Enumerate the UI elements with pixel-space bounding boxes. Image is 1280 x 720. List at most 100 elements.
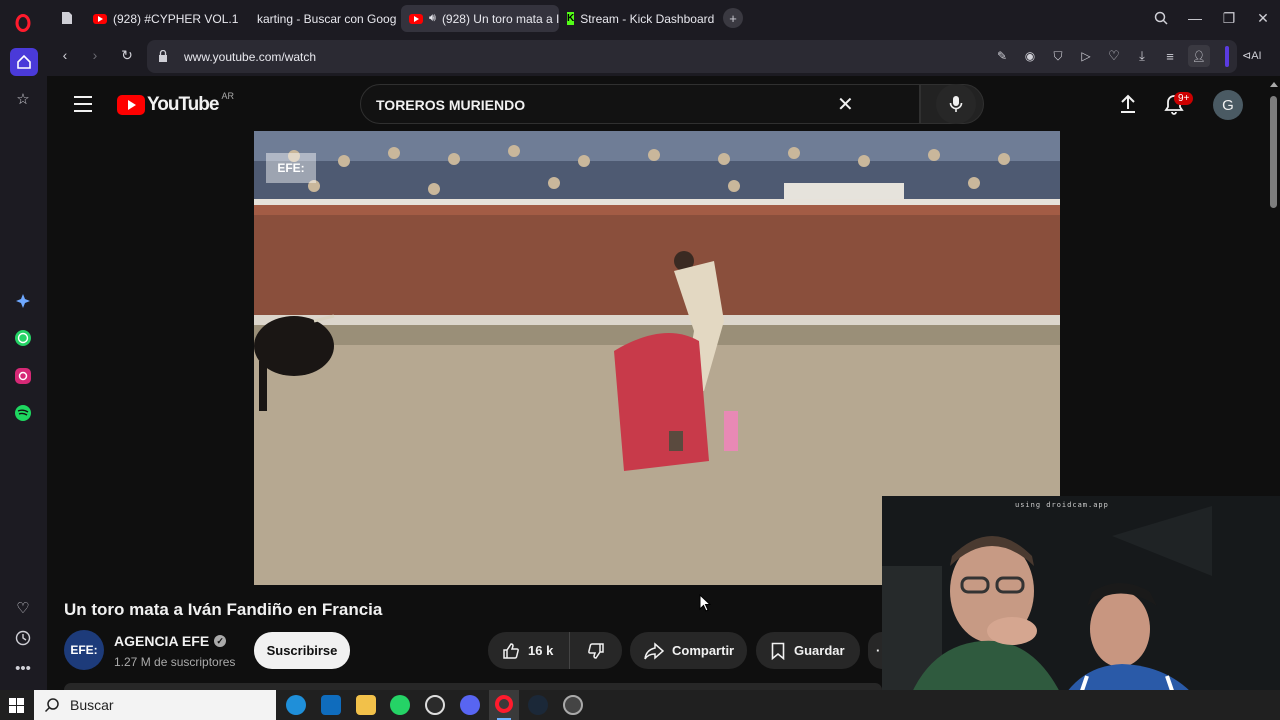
share-label: Compartir: [672, 643, 735, 658]
hamburger-menu-icon[interactable]: [74, 96, 92, 112]
youtube-logo[interactable]: YouTube AR: [117, 91, 234, 116]
history-clock-icon[interactable]: [11, 626, 35, 650]
opera-logo-icon[interactable]: [11, 11, 35, 35]
subscribe-button[interactable]: Suscribirse: [254, 632, 350, 669]
search-query-text: TOREROS MURIENDO: [376, 97, 526, 113]
outlook-icon[interactable]: [321, 695, 341, 715]
ai-label: AI: [1251, 50, 1262, 62]
more-actions-button[interactable]: ·: [868, 632, 882, 669]
like-button[interactable]: 16 k: [488, 632, 570, 669]
efe-watermark: EFE:: [266, 153, 316, 183]
profile-icon[interactable]: 👤︎: [1188, 45, 1210, 67]
avatar[interactable]: G: [1213, 90, 1243, 120]
reload-icon[interactable]: ↻: [117, 45, 137, 65]
send-icon[interactable]: ▷: [1076, 46, 1096, 66]
discord-icon[interactable]: [460, 695, 480, 715]
sidebar-indicator: [1225, 46, 1229, 67]
channel-avatar[interactable]: EFE:: [64, 630, 104, 670]
heart-icon[interactable]: ♡: [11, 596, 35, 620]
browser-sidebar: ☆ ♡ •••: [0, 0, 47, 690]
close-window-icon[interactable]: ✕: [1253, 8, 1273, 28]
edit-icon[interactable]: ✎: [992, 46, 1012, 66]
tab-karting[interactable]: karting - Buscar con Goog: [243, 5, 398, 32]
description-box-edge: [64, 683, 882, 690]
file-explorer-icon[interactable]: [356, 695, 376, 715]
bookmark-heart-icon[interactable]: ♡: [1104, 46, 1124, 66]
steam-icon[interactable]: [528, 695, 548, 715]
scrollbar-thumb[interactable]: [1270, 96, 1277, 208]
subscriber-count: 1.27 M de suscriptores: [114, 655, 236, 669]
url-field[interactable]: www.youtube.com/watch ✎ ◉ ⛉ ▷ ♡ ⤓ ≡ 👤︎: [147, 40, 1237, 73]
youtube-wordmark: YouTube: [147, 94, 219, 115]
bookmark-icon: [771, 642, 785, 660]
back-icon[interactable]: ‹: [55, 45, 75, 65]
channel-name[interactable]: AGENCIA EFE ✓: [114, 633, 227, 649]
share-button[interactable]: Compartir: [630, 632, 747, 669]
lock-icon[interactable]: [153, 46, 173, 66]
search-input[interactable]: TOREROS MURIENDO ✕: [360, 84, 920, 124]
tab-menu-icon[interactable]: [57, 8, 77, 28]
windows-start-icon[interactable]: [9, 698, 24, 713]
tab-title: (928) Un toro mata a I: [441, 11, 559, 26]
url-text: www.youtube.com/watch: [184, 50, 317, 64]
download-icon[interactable]: ⤓: [1132, 46, 1152, 66]
youtube-icon: [409, 13, 423, 24]
thumbs-down-icon: [588, 642, 604, 659]
dislike-button[interactable]: [570, 632, 622, 669]
search-icon: [44, 698, 59, 713]
like-count: 16 k: [528, 643, 554, 658]
whatsapp-taskbar-icon[interactable]: [390, 695, 410, 715]
youtube-play-icon: [117, 95, 145, 115]
region-code: AR: [221, 91, 234, 101]
tab-kick[interactable]: K Stream - Kick Dashboard: [559, 5, 719, 32]
taskbar-search-input[interactable]: Buscar: [34, 690, 276, 720]
whatsapp-icon[interactable]: [11, 326, 35, 350]
instagram-icon[interactable]: [11, 364, 35, 388]
minimize-icon[interactable]: —: [1185, 8, 1205, 28]
settings-gear-icon[interactable]: [563, 695, 583, 715]
thumbs-up-icon: [503, 642, 519, 659]
opera-taskbar-icon: [495, 695, 513, 713]
tab-title: Stream - Kick Dashboard: [580, 11, 715, 26]
upload-icon[interactable]: [1119, 94, 1137, 119]
home-icon[interactable]: [10, 48, 38, 76]
aria-ai-icon[interactable]: [11, 289, 35, 313]
edge-icon[interactable]: [286, 695, 306, 715]
watermark-text: EFE:: [277, 161, 305, 175]
snapshot-camera-icon[interactable]: ◉: [1020, 46, 1040, 66]
channel-avatar-text: EFE:: [70, 643, 98, 657]
obs-icon[interactable]: [425, 695, 445, 715]
address-bar: ‹ › ↻ www.youtube.com/watch ✎ ◉ ⛉ ▷ ♡ ⤓ …: [47, 37, 1280, 76]
adblock-shield-icon[interactable]: ⛉: [1048, 46, 1068, 66]
microphone-icon: [949, 96, 963, 112]
video-title: Un toro mata a Iván Fandiño en Francia: [64, 600, 383, 619]
verified-check-icon: ✓: [214, 635, 227, 647]
voice-search-button[interactable]: [936, 84, 976, 124]
youtube-icon: [93, 13, 107, 24]
forward-icon[interactable]: ›: [85, 45, 105, 65]
spotify-icon[interactable]: [11, 401, 35, 425]
save-button[interactable]: Guardar: [756, 632, 860, 669]
easy-setup-icon[interactable]: ≡: [1160, 46, 1180, 66]
avatar-letter: G: [1222, 96, 1234, 114]
speaker-icon[interactable]: 🔊︎: [429, 12, 436, 25]
notification-badge: 9+: [1174, 92, 1194, 105]
like-dislike-group: 16 k: [488, 632, 622, 669]
webcam-overlay: using droidcam.app: [882, 496, 1280, 720]
tab-search-icon[interactable]: [1151, 8, 1171, 28]
tab-bar: (928) #CYPHER VOL.1 // A karting - Busca…: [47, 0, 1280, 37]
share-arrow-icon: [644, 641, 664, 660]
bookmarks-star-icon[interactable]: ☆: [11, 87, 35, 111]
webcam-caption: using droidcam.app: [1015, 501, 1109, 509]
opera-taskbar-button[interactable]: [489, 690, 519, 720]
ai-button[interactable]: ⊲AI: [1242, 49, 1262, 62]
mouse-cursor-icon: [699, 593, 712, 617]
new-tab-plus-icon[interactable]: +: [723, 8, 743, 28]
restore-icon[interactable]: ❐: [1219, 8, 1239, 28]
windows-taskbar: Buscar: [0, 690, 1280, 720]
tab-current-video[interactable]: 🔊︎ (928) Un toro mata a I: [401, 5, 559, 32]
tab-cypher[interactable]: (928) #CYPHER VOL.1 // A: [85, 5, 240, 32]
more-options-icon[interactable]: •••: [11, 656, 35, 680]
taskbar-search-placeholder: Buscar: [70, 697, 114, 713]
clear-search-icon[interactable]: ✕: [837, 92, 854, 117]
